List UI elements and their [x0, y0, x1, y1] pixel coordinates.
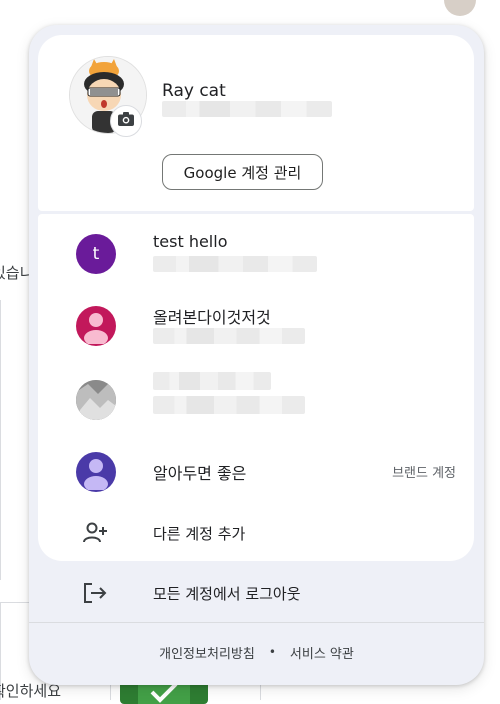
person-icon: [76, 452, 116, 492]
account-item-upload[interactable]: 올려본다이것저것: [38, 296, 474, 356]
sign-out-all-label: 모든 계정에서 로그아웃: [153, 585, 301, 603]
terms-of-service-link[interactable]: 서비스 약관: [290, 643, 354, 662]
avatar-letter: t: [92, 244, 100, 264]
account-item-redacted[interactable]: [38, 370, 474, 430]
account-email-redacted: [153, 396, 305, 414]
manage-google-account-button[interactable]: Google 계정 관리: [162, 154, 323, 190]
logout-icon: [82, 581, 108, 605]
account-name: 알아두면 좋은: [153, 464, 247, 483]
account-list: t test hello 올려본다이것저것 알아두면 좋은 브랜드 계정 다른 …: [38, 214, 474, 561]
camera-icon: [117, 111, 135, 131]
account-email-redacted: [153, 256, 317, 272]
account-item-test-hello[interactable]: t test hello: [38, 224, 474, 284]
change-photo-button[interactable]: [110, 105, 142, 137]
add-account-label: 다른 계정 추가: [153, 525, 246, 543]
account-avatar: [76, 306, 116, 346]
account-item-brand[interactable]: 알아두면 좋은 브랜드 계정: [38, 442, 474, 502]
account-avatar: t: [76, 234, 116, 274]
account-avatar: [76, 452, 116, 492]
account-name: test hello: [153, 232, 228, 251]
account-email-redacted: [153, 328, 305, 344]
current-account-email-redacted: [162, 101, 332, 117]
current-account-name: Ray cat: [162, 81, 226, 101]
account-name-redacted: [153, 372, 271, 390]
add-account-button[interactable]: 다른 계정 추가: [38, 509, 474, 557]
footer-separator: •: [268, 645, 276, 659]
account-name: 올려본다이것저것: [153, 308, 271, 327]
add-person-icon: [82, 521, 108, 545]
header-avatar[interactable]: [444, 0, 476, 16]
brand-account-tag: 브랜드 계정: [392, 466, 456, 481]
background-divider: [0, 300, 1, 580]
account-avatar: [76, 380, 116, 420]
person-icon: [76, 306, 116, 346]
footer-divider: [29, 622, 484, 623]
account-switcher-panel: Ray cat Google 계정 관리 t test hello 올려본다이것…: [29, 25, 484, 685]
privacy-policy-link[interactable]: 개인정보처리방침: [159, 643, 255, 662]
footer-links: 개인정보처리방침 • 서비스 약관: [29, 640, 484, 664]
sign-out-all-button[interactable]: 모든 계정에서 로그아웃: [38, 569, 474, 617]
current-account-card: Ray cat Google 계정 관리: [38, 35, 474, 211]
